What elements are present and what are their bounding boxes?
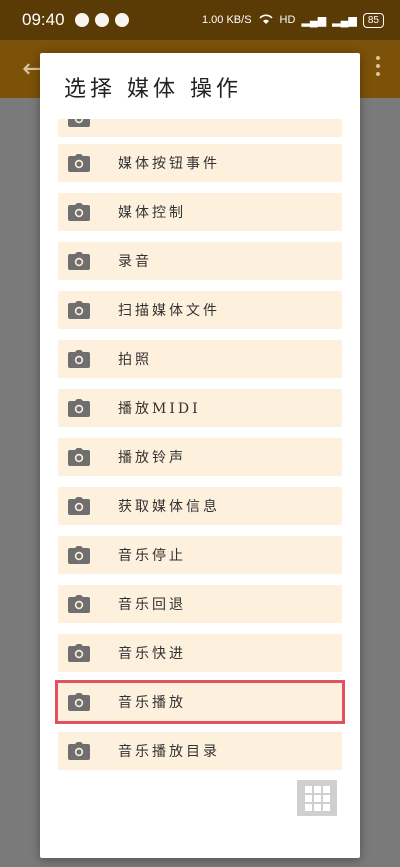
status-time: 09:40 — [22, 10, 65, 29]
hd-label: HD — [279, 14, 296, 26]
select-media-action-dialog: 选择 媒体 操作 媒体按钮事件 媒体控制 录音 扫描媒体文件 拍照 播放MIDI… — [40, 53, 360, 858]
list-item-label: 音乐回退 — [118, 597, 186, 613]
camera-icon — [60, 487, 98, 525]
list-item-label: 播放铃声 — [118, 450, 186, 466]
status-right: 1.00 KB/S HD ▂▄▆ ▂▄▆ 85 — [202, 12, 384, 28]
list-item[interactable]: 音乐播放目录 — [58, 732, 342, 770]
notification-icon — [94, 13, 109, 27]
network-speed: 1.00 KB/S — [202, 14, 252, 26]
list-item-label: 音乐播放目录 — [118, 744, 220, 760]
signal-icon: ▂▄▆ — [332, 14, 357, 27]
list-item-label: 媒体控制 — [118, 205, 186, 221]
list-item-label: 播放MIDI — [118, 401, 201, 417]
status-bar: 09:40 1.00 KB/S HD ▂▄▆ ▂▄▆ 85 — [0, 0, 400, 40]
list-item-label: 获取媒体信息 — [118, 499, 220, 515]
notification-icon — [74, 13, 89, 27]
grid-icon[interactable] — [297, 780, 337, 816]
camera-icon — [60, 340, 98, 378]
camera-icon — [60, 389, 98, 427]
camera-icon — [60, 144, 98, 182]
more-vertical-icon[interactable] — [376, 56, 382, 80]
list-item[interactable]: 音乐回退 — [58, 585, 342, 623]
action-list[interactable]: 媒体按钮事件 媒体控制 录音 扫描媒体文件 拍照 播放MIDI 播放铃声 获取媒… — [40, 119, 360, 779]
list-item-label: 拍照 — [118, 352, 152, 368]
camera-icon — [60, 291, 98, 329]
list-item-label: 音乐快进 — [118, 646, 186, 662]
signal-icon: ▂▄▆ — [301, 14, 327, 27]
list-item[interactable]: 拍照 — [58, 340, 342, 378]
list-item-label: 录音 — [118, 254, 152, 270]
list-item[interactable]: 音乐快进 — [58, 634, 342, 672]
list-item[interactable]: 音乐停止 — [58, 536, 342, 574]
camera-icon — [60, 732, 98, 770]
camera-icon — [60, 634, 98, 672]
notification-icons — [74, 13, 129, 27]
list-item-selected[interactable]: 音乐播放 — [55, 680, 345, 724]
wifi-icon — [258, 13, 274, 28]
list-item-label: 扫描媒体文件 — [118, 303, 220, 319]
list-item-label: 媒体按钮事件 — [118, 156, 220, 172]
list-item[interactable]: 播放铃声 — [58, 438, 342, 476]
dialog-title: 选择 媒体 操作 — [64, 77, 242, 102]
camera-icon — [60, 193, 98, 231]
list-item[interactable]: 媒体按钮事件 — [58, 144, 342, 182]
camera-icon — [60, 242, 98, 280]
list-item[interactable]: 获取媒体信息 — [58, 487, 342, 525]
list-item[interactable]: 录音 — [58, 242, 342, 280]
list-item[interactable]: 播放MIDI — [58, 389, 342, 427]
list-item[interactable] — [58, 119, 342, 137]
camera-icon — [60, 683, 98, 721]
notification-icon — [114, 13, 129, 27]
list-item-label: 音乐播放 — [118, 695, 186, 711]
camera-icon — [60, 438, 98, 476]
battery-icon: 85 — [362, 12, 384, 28]
camera-icon — [60, 536, 98, 574]
list-item[interactable]: 扫描媒体文件 — [58, 291, 342, 329]
list-item[interactable]: 媒体控制 — [58, 193, 342, 231]
camera-icon — [60, 585, 98, 623]
camera-icon — [60, 119, 98, 137]
list-item-label: 音乐停止 — [118, 548, 186, 564]
